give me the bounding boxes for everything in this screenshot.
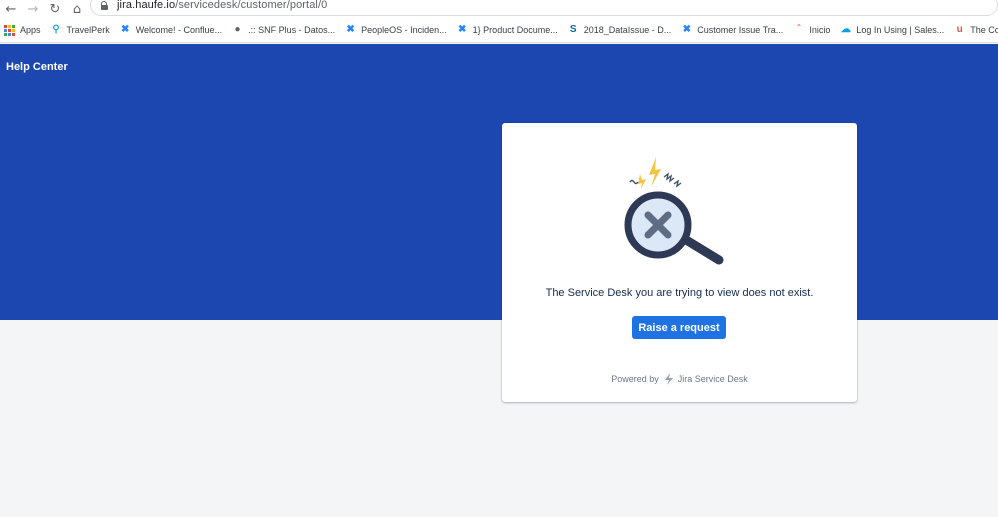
- apps-grid-icon: [4, 24, 15, 36]
- confluence-icon: ✖: [121, 24, 130, 35]
- bookmark-label: TravelPerk: [66, 25, 110, 35]
- forward-arrow-icon: →: [27, 1, 39, 17]
- bookmark-label: Customer Issue Tra...: [697, 25, 784, 35]
- squiggle-right-icon: [663, 172, 675, 183]
- salesforce-cloud-icon: ☁: [840, 24, 851, 35]
- reload-button[interactable]: ↻: [44, 0, 66, 18]
- bookmark-label: Welcome! - Conflue...: [135, 25, 223, 35]
- bookmark-item[interactable]: u The Comple: [950, 20, 998, 40]
- bookmark-item[interactable]: ✖ Welcome! - Conflue...: [116, 20, 228, 40]
- address-bar[interactable]: jira.haufe.io/servicedesk/customer/porta…: [90, 0, 998, 16]
- jira-icon: ✖: [346, 24, 355, 35]
- bookmark-item[interactable]: ☁ Log In Using | Sales...: [836, 20, 950, 40]
- reload-icon: ↻: [49, 1, 61, 17]
- bookmark-label: PeopleOS - Inciden...: [361, 25, 447, 35]
- powered-by-footer: Powered by Jira Service Desk: [502, 373, 857, 385]
- bookmark-label: .:: SNF Plus - Datos...: [248, 25, 336, 35]
- powered-by-label: Powered by: [611, 374, 659, 384]
- bookmark-label: Log In Using | Sales...: [856, 25, 945, 35]
- bookmark-label: Inicio: [809, 25, 831, 35]
- bookmark-item[interactable]: S 2018_DataIssue - D...: [564, 20, 678, 40]
- raise-request-button[interactable]: Raise a request: [632, 316, 726, 339]
- lightning-bolt-icon: [649, 157, 661, 187]
- back-arrow-icon: ←: [5, 1, 17, 17]
- home-icon: ⌂: [72, 1, 82, 17]
- lock-icon: [99, 0, 109, 10]
- bookmark-item[interactable]: Apps: [0, 20, 47, 40]
- globe-icon: ●: [234, 24, 241, 35]
- url-path: /servicedesk/customer/portal/0: [175, 0, 328, 11]
- bookmark-label: The Comple: [970, 25, 998, 35]
- squiggle-right-2-icon: [673, 179, 682, 188]
- bookmark-item[interactable]: ✖ Customer Issue Tra...: [677, 20, 789, 40]
- map-pin-icon: ⚲: [52, 24, 60, 35]
- url-text: jira.haufe.io/servicedesk/customer/porta…: [117, 0, 327, 11]
- lightning-bolt-small-icon: [638, 174, 646, 189]
- squiggle-left-icon: [629, 179, 639, 185]
- bookmarks-bar: Apps ⚲ TravelPerk ✖ Welcome! - Conflue... ●.:…: [0, 18, 998, 43]
- confluence-icon: ✖: [457, 24, 467, 35]
- error-card: The Service Desk you are trying to view …: [502, 123, 857, 402]
- jira-icon: ✖: [682, 24, 691, 35]
- swoosh-icon: ˆ: [797, 24, 801, 35]
- powered-by-product[interactable]: Jira Service Desk: [678, 374, 748, 384]
- url-host: jira.haufe.io: [117, 0, 176, 11]
- browser-toolbar: ← → ↻ ⌂ jira.haufe.io/servicedesk/custom…: [0, 0, 998, 18]
- bookmark-item[interactable]: ✖ PeopleOS - Inciden...: [341, 20, 453, 40]
- udemy-icon: u: [956, 24, 963, 35]
- home-button[interactable]: ⌂: [66, 0, 88, 18]
- bookmark-item[interactable]: ✖ 1} Product Docume...: [453, 20, 564, 40]
- bookmark-item[interactable]: ⚲ TravelPerk: [47, 20, 116, 40]
- help-center-link[interactable]: Help Center: [6, 61, 68, 73]
- bookmark-label: 2018_DataIssue - D...: [583, 25, 672, 35]
- error-message: The Service Desk you are trying to view …: [545, 287, 814, 299]
- bookmark-item[interactable]: ● .:: SNF Plus - Datos...: [228, 20, 341, 40]
- bookmark-item[interactable]: ˆ Inicio: [789, 20, 836, 40]
- forward-button[interactable]: →: [22, 0, 44, 18]
- jira-service-desk-logo-icon: [664, 373, 673, 385]
- magnifier-error-icon: [624, 157, 724, 265]
- bookmark-label: Apps: [20, 25, 41, 35]
- back-button[interactable]: ←: [0, 0, 22, 18]
- bookmark-label: 1} Product Docume...: [472, 25, 558, 35]
- sharepoint-icon: S: [569, 24, 577, 35]
